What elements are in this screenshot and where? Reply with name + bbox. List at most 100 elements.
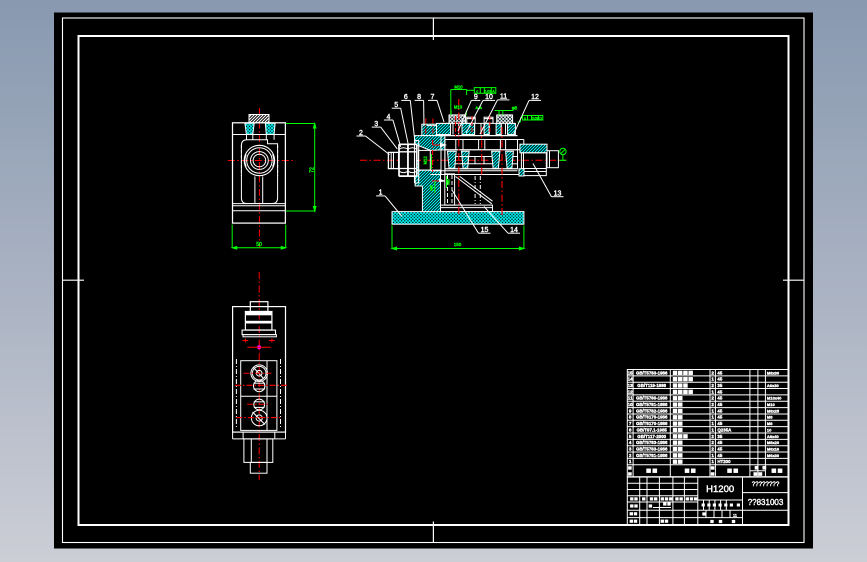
svg-text:11: 11 <box>733 513 737 517</box>
svg-text:M12: M12 <box>423 156 428 165</box>
svg-text:11: 11 <box>628 396 633 401</box>
svg-text:45: 45 <box>717 421 722 426</box>
svg-text:2: 2 <box>711 402 714 407</box>
svg-text:35: 35 <box>717 383 722 388</box>
svg-text:1: 1 <box>629 459 632 464</box>
svg-text:12: 12 <box>531 94 539 101</box>
svg-text:10: 10 <box>485 94 493 101</box>
svg-text:M8x25: M8x25 <box>767 408 780 413</box>
svg-text:φB: φB <box>512 105 518 110</box>
svg-text:7: 7 <box>629 421 632 426</box>
svg-text:5: 5 <box>394 102 398 109</box>
svg-text:H1200: H1200 <box>706 484 734 495</box>
svg-text:1: 1 <box>711 389 714 394</box>
svg-text:A8x40: A8x40 <box>767 434 780 439</box>
svg-text:GB/T117-2000: GB/T117-2000 <box>637 434 666 439</box>
svg-text:45: 45 <box>717 389 722 394</box>
svg-text:M6x30: M6x30 <box>767 453 780 458</box>
svg-text:1: 1 <box>711 453 714 458</box>
svg-text:45: 45 <box>717 453 722 458</box>
svg-text:GB/T5783-1986: GB/T5783-1986 <box>636 370 668 375</box>
svg-text:M8: M8 <box>429 184 434 190</box>
svg-text:HT200: HT200 <box>717 459 731 464</box>
svg-text:1: 1 <box>711 415 714 420</box>
svg-text:c: c <box>476 88 478 93</box>
svg-text:13: 13 <box>554 191 562 198</box>
svg-text:4: 4 <box>629 440 632 445</box>
svg-text:M10: M10 <box>454 105 463 110</box>
svg-text:14: 14 <box>628 377 634 382</box>
svg-text:GB/T5780-1986: GB/T5780-1986 <box>636 396 668 401</box>
svg-text:45: 45 <box>717 370 722 375</box>
svg-text:6: 6 <box>404 94 408 101</box>
svg-text:2: 2 <box>711 434 714 439</box>
svg-text:0.03: 0.03 <box>532 116 539 120</box>
svg-text:2: 2 <box>711 370 714 375</box>
svg-text:45: 45 <box>717 402 722 407</box>
svg-text:GB/T97.1-1985: GB/T97.1-1985 <box>637 427 668 432</box>
svg-text:GB/T5782-1986: GB/T5782-1986 <box>636 408 668 413</box>
svg-text:1: 1 <box>379 190 383 197</box>
svg-text:12: 12 <box>628 389 634 394</box>
svg-text:5: 5 <box>629 434 632 439</box>
svg-text:M8x20: M8x20 <box>767 440 780 445</box>
svg-text:A6x30: A6x30 <box>767 383 780 388</box>
svg-text:3: 3 <box>629 446 632 451</box>
svg-text:14: 14 <box>510 227 518 234</box>
svg-text:GB/T5783-1986: GB/T5783-1986 <box>636 440 668 445</box>
svg-text:M8: M8 <box>767 415 773 420</box>
svg-text:????????: ???????? <box>752 481 780 488</box>
svg-text:15: 15 <box>481 227 489 234</box>
svg-text:GB/T5781-1986: GB/T5781-1986 <box>636 402 668 407</box>
svg-text:GB/T5783-1986: GB/T5783-1986 <box>636 446 668 451</box>
svg-text:GB/T6170-1986: GB/T6170-1986 <box>636 415 668 420</box>
svg-text:0.03: 0.03 <box>484 89 491 93</box>
svg-text:10: 10 <box>767 427 772 432</box>
svg-text:50: 50 <box>256 242 262 248</box>
svg-text:M10x40: M10x40 <box>767 396 782 401</box>
svg-text:15: 15 <box>628 370 634 375</box>
svg-text:35: 35 <box>717 434 722 439</box>
svg-text:M8: M8 <box>767 421 773 426</box>
svg-text:M8x30: M8x30 <box>767 370 780 375</box>
svg-text:45: 45 <box>717 396 722 401</box>
svg-text:2: 2 <box>711 446 714 451</box>
svg-text:6: 6 <box>629 427 632 432</box>
svg-text:3: 3 <box>374 121 378 128</box>
svg-text:9: 9 <box>474 94 478 101</box>
svg-text:13: 13 <box>628 383 634 388</box>
svg-text:2: 2 <box>359 130 363 137</box>
svg-text:1: 1 <box>711 427 714 432</box>
svg-text:1: 1 <box>711 459 714 464</box>
svg-text:GB/T6170-1986: GB/T6170-1986 <box>636 421 668 426</box>
svg-text:9: 9 <box>629 408 632 413</box>
svg-text:72: 72 <box>310 167 316 173</box>
svg-text:45: 45 <box>717 377 722 382</box>
svg-text:??831003: ??831003 <box>748 498 784 507</box>
svg-text:4: 4 <box>386 114 390 121</box>
svg-text:o: o <box>524 116 526 120</box>
svg-text:GB/T119-1986: GB/T119-1986 <box>637 383 666 388</box>
svg-text:M6x16: M6x16 <box>767 446 780 451</box>
svg-text:8: 8 <box>629 415 632 420</box>
svg-text:2: 2 <box>711 440 714 445</box>
svg-text:45: 45 <box>717 440 722 445</box>
svg-text:11: 11 <box>500 94 507 101</box>
svg-text:150: 150 <box>454 242 462 247</box>
svg-text:2: 2 <box>711 383 714 388</box>
svg-text:1: 1 <box>711 421 714 426</box>
svg-text:45: 45 <box>717 415 722 420</box>
svg-text:M10: M10 <box>454 85 463 90</box>
svg-text:Q235A: Q235A <box>717 427 732 432</box>
svg-text:2: 2 <box>711 396 714 401</box>
svg-text:45: 45 <box>717 408 722 413</box>
svg-text:10: 10 <box>628 402 634 407</box>
svg-text:45: 45 <box>717 446 722 451</box>
svg-text:2: 2 <box>629 453 632 458</box>
svg-text:1: 1 <box>711 377 714 382</box>
svg-text:M10: M10 <box>767 402 776 407</box>
svg-text:8: 8 <box>417 94 421 101</box>
svg-text:1: 1 <box>711 408 714 413</box>
svg-text:GB/T5781-1986: GB/T5781-1986 <box>636 453 668 458</box>
svg-text:7: 7 <box>431 94 435 101</box>
